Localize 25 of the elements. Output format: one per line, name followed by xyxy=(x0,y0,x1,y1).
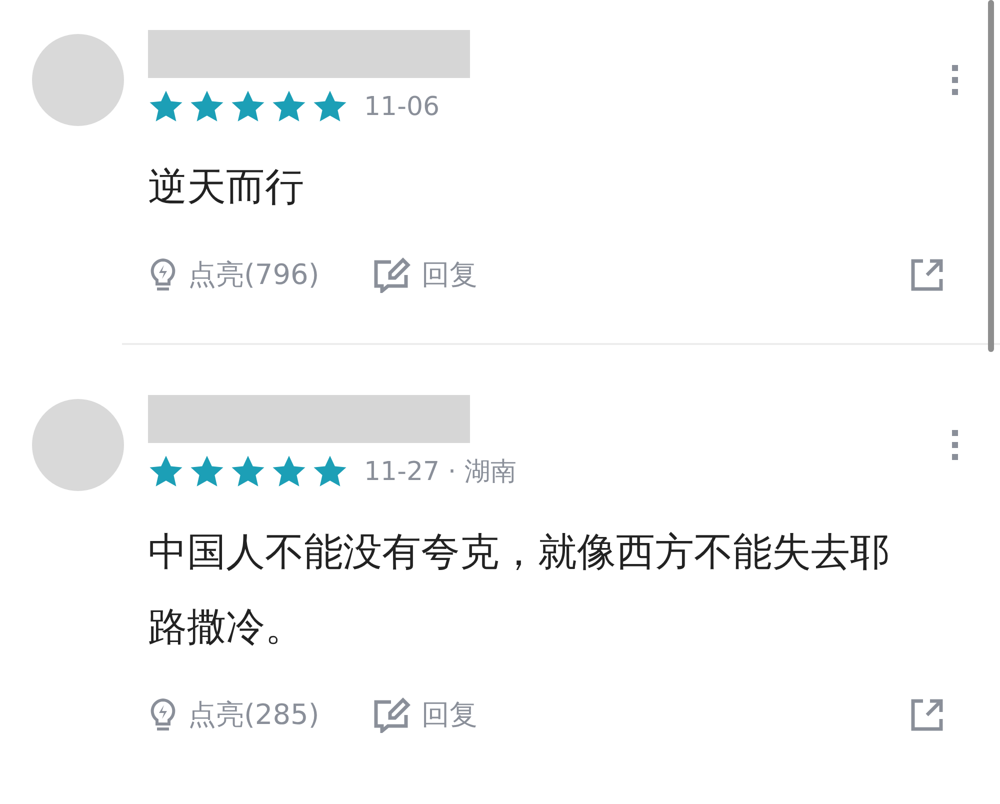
star-icon xyxy=(148,455,184,489)
share-icon[interactable] xyxy=(910,258,944,292)
comment-text: 逆天而行 xyxy=(148,164,305,212)
comment-meta: 11-27 · 湖南 xyxy=(364,456,516,488)
star-icon xyxy=(230,90,266,124)
star-icon xyxy=(189,455,225,489)
star-icon xyxy=(230,455,266,489)
star-icon xyxy=(312,455,348,489)
star-icon xyxy=(271,90,307,124)
lightbulb-icon xyxy=(148,257,178,293)
like-button[interactable]: 点亮(285) xyxy=(148,694,320,736)
star-icon xyxy=(189,90,225,124)
like-button[interactable]: 点亮(796) xyxy=(148,254,320,296)
star-icon xyxy=(148,90,184,124)
reply-button[interactable]: 回复 xyxy=(373,694,478,736)
more-options-icon[interactable] xyxy=(950,429,960,461)
scrollbar[interactable] xyxy=(988,0,994,352)
reply-button[interactable]: 回复 xyxy=(373,254,478,296)
share-icon[interactable] xyxy=(910,698,944,732)
more-options-icon[interactable] xyxy=(950,64,960,96)
lightbulb-icon xyxy=(148,697,178,733)
comment-meta: 11-06 xyxy=(364,90,440,124)
star-icon xyxy=(271,455,307,489)
comment-text: 中国人不能没有夸克，就像西方不能失去耶路撒冷。 xyxy=(148,529,890,652)
star-icon xyxy=(312,90,348,124)
